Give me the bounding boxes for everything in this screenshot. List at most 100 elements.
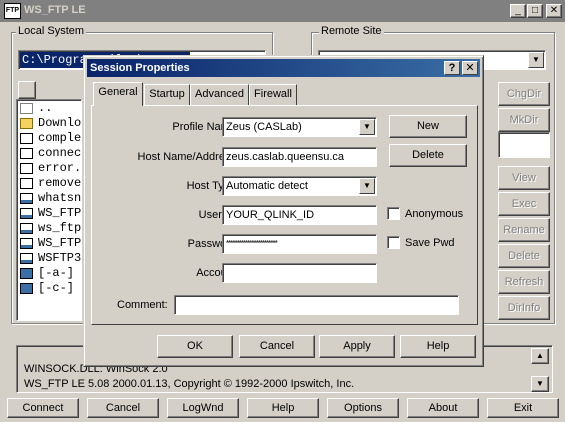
user-id-value: YOUR_QLINK_ID <box>226 209 315 221</box>
dialog-title: Session Properties <box>90 62 190 74</box>
local-file-name: WSFTP3 <box>38 251 82 265</box>
local-file-name: comple <box>38 131 82 145</box>
tab-startup[interactable]: Startup <box>144 84 190 105</box>
session-properties-dialog: Session Properties ? ✕ General Startup A… <box>83 55 484 367</box>
tab-firewall[interactable]: Firewall <box>249 84 297 105</box>
cancel-button[interactable]: Cancel <box>239 335 315 358</box>
dialog-title-bar: Session Properties ? ✕ <box>87 59 480 77</box>
local-file-item[interactable]: connec <box>17 146 81 161</box>
local-file-name: WS_FTP <box>38 206 82 220</box>
user-id-field[interactable]: YOUR_QLINK_ID <box>222 205 377 225</box>
help-button[interactable]: Help <box>400 335 476 358</box>
local-file-item[interactable]: whatsn <box>17 191 81 206</box>
up-folder-icon <box>20 103 33 114</box>
profile-name-dropdown-arrow[interactable]: ▼ <box>359 119 375 135</box>
text-file-icon <box>20 148 33 159</box>
folder-icon <box>20 118 33 129</box>
profile-name-value: Zeus (CASLab) <box>226 121 302 133</box>
host-name-label: Host Name/Address: <box>137 151 239 163</box>
local-file-item[interactable]: WS_FTP <box>17 206 81 221</box>
local-file-item[interactable]: ws_ftp <box>17 221 81 236</box>
text-file-icon <box>20 163 33 174</box>
local-file-item[interactable]: remove <box>17 176 81 191</box>
remote-chgdir-button[interactable]: ChgDir <box>498 82 550 106</box>
text-file-icon <box>20 133 33 144</box>
local-file-name: [-a-] <box>38 266 75 280</box>
remote-view-button[interactable]: View <box>498 166 550 190</box>
remote-dirinfo-button[interactable]: DirInfo <box>498 296 550 320</box>
document-icon <box>20 208 33 219</box>
local-chgdir-button-partial[interactable] <box>18 81 36 99</box>
host-type-label: Host Type: <box>186 180 239 192</box>
bottom-exit-button[interactable]: Exit <box>487 398 559 418</box>
local-file-item[interactable]: WSFTP3 <box>17 251 81 266</box>
remote-mkdir-button[interactable]: MkDir <box>498 108 550 132</box>
drive-icon <box>20 268 33 279</box>
drive-icon <box>20 283 33 294</box>
tab-advanced[interactable]: Advanced <box>190 84 249 105</box>
anonymous-label: Anonymous <box>405 208 464 220</box>
delete-profile-button[interactable]: Delete <box>389 144 467 167</box>
local-file-list[interactable]: .. Downlo comple connec error. remove whatsn WS… <box>16 99 82 321</box>
log-scroll-up[interactable]: ▲ <box>531 348 549 364</box>
local-file-name: remove <box>38 176 82 190</box>
remote-path-dropdown-arrow[interactable]: ▼ <box>528 52 544 68</box>
bottom-logwnd-button[interactable]: LogWnd <box>167 398 239 418</box>
apply-button[interactable]: Apply <box>319 335 395 358</box>
app-title: WS_FTP LE <box>24 4 86 16</box>
comment-label: Comment: <box>117 299 168 311</box>
bottom-connect-button[interactable]: Connect <box>7 398 79 418</box>
dialog-close-button[interactable]: ✕ <box>462 61 478 75</box>
local-file-item[interactable]: Downlo <box>17 116 81 131</box>
bottom-about-button[interactable]: About <box>407 398 479 418</box>
user-id-label: User ID: <box>198 209 239 221</box>
host-type-dropdown-arrow[interactable]: ▼ <box>359 178 375 194</box>
save-pwd-label: Save Pwd <box>405 237 455 249</box>
log-scroll-down[interactable]: ▼ <box>531 376 549 392</box>
remote-rename-button[interactable]: Rename <box>498 218 550 242</box>
local-file-name: connec <box>38 146 82 160</box>
bottom-options-button[interactable]: Options <box>327 398 399 418</box>
new-profile-button[interactable]: New <box>389 115 467 138</box>
anonymous-checkbox[interactable] <box>387 207 400 220</box>
local-file-name: ws_ftp <box>38 221 82 235</box>
host-name-field[interactable]: zeus.caslab.queensu.ca <box>222 147 377 167</box>
local-file-item[interactable]: comple <box>17 131 81 146</box>
local-file-name: Downlo <box>38 116 82 130</box>
main-title-bar: FTP WS_FTP LE _ □ ✕ <box>0 0 565 22</box>
profile-name-combo[interactable]: Zeus (CASLab) ▼ <box>222 117 377 137</box>
text-file-icon <box>20 178 33 189</box>
document-icon <box>20 193 33 204</box>
ok-button[interactable]: OK <box>157 335 233 358</box>
host-type-combo[interactable]: Automatic detect ▼ <box>222 176 377 196</box>
document-icon <box>20 238 33 249</box>
local-file-name: WS_FTP <box>38 236 82 250</box>
maximize-button[interactable]: □ <box>527 4 543 18</box>
local-file-item[interactable]: [-c-] <box>17 281 81 296</box>
password-field[interactable]: ************************ <box>222 234 377 254</box>
remote-refresh-button[interactable]: Refresh <box>498 270 550 294</box>
local-file-item[interactable]: error. <box>17 161 81 176</box>
local-file-name: [-c-] <box>38 281 75 295</box>
local-file-item[interactable]: [-a-] <box>17 266 81 281</box>
close-button[interactable]: ✕ <box>546 4 562 18</box>
bottom-help-button[interactable]: Help <box>247 398 319 418</box>
log-line-2: WS_FTP LE 5.08 2000.01.13, Copyright © 1… <box>24 378 355 390</box>
document-icon <box>20 223 33 234</box>
bottom-cancel-button[interactable]: Cancel <box>87 398 159 418</box>
local-file-item[interactable]: WS_FTP <box>17 236 81 251</box>
profile-name-label: Profile Name: <box>172 121 239 133</box>
remote-blank-button[interactable] <box>498 132 550 158</box>
remote-delete-button[interactable]: Delete <box>498 244 550 268</box>
save-pwd-checkbox[interactable] <box>387 236 400 249</box>
host-name-value: zeus.caslab.queensu.ca <box>226 151 345 163</box>
password-label: Password: <box>187 238 239 250</box>
dialog-help-button[interactable]: ? <box>444 61 460 75</box>
host-type-value: Automatic detect <box>226 180 308 192</box>
minimize-button[interactable]: _ <box>510 4 526 18</box>
account-field[interactable] <box>222 263 377 283</box>
tab-general[interactable]: General <box>93 82 143 106</box>
local-file-item[interactable]: .. <box>17 101 81 116</box>
comment-field[interactable] <box>174 295 459 315</box>
remote-exec-button[interactable]: Exec <box>498 192 550 216</box>
